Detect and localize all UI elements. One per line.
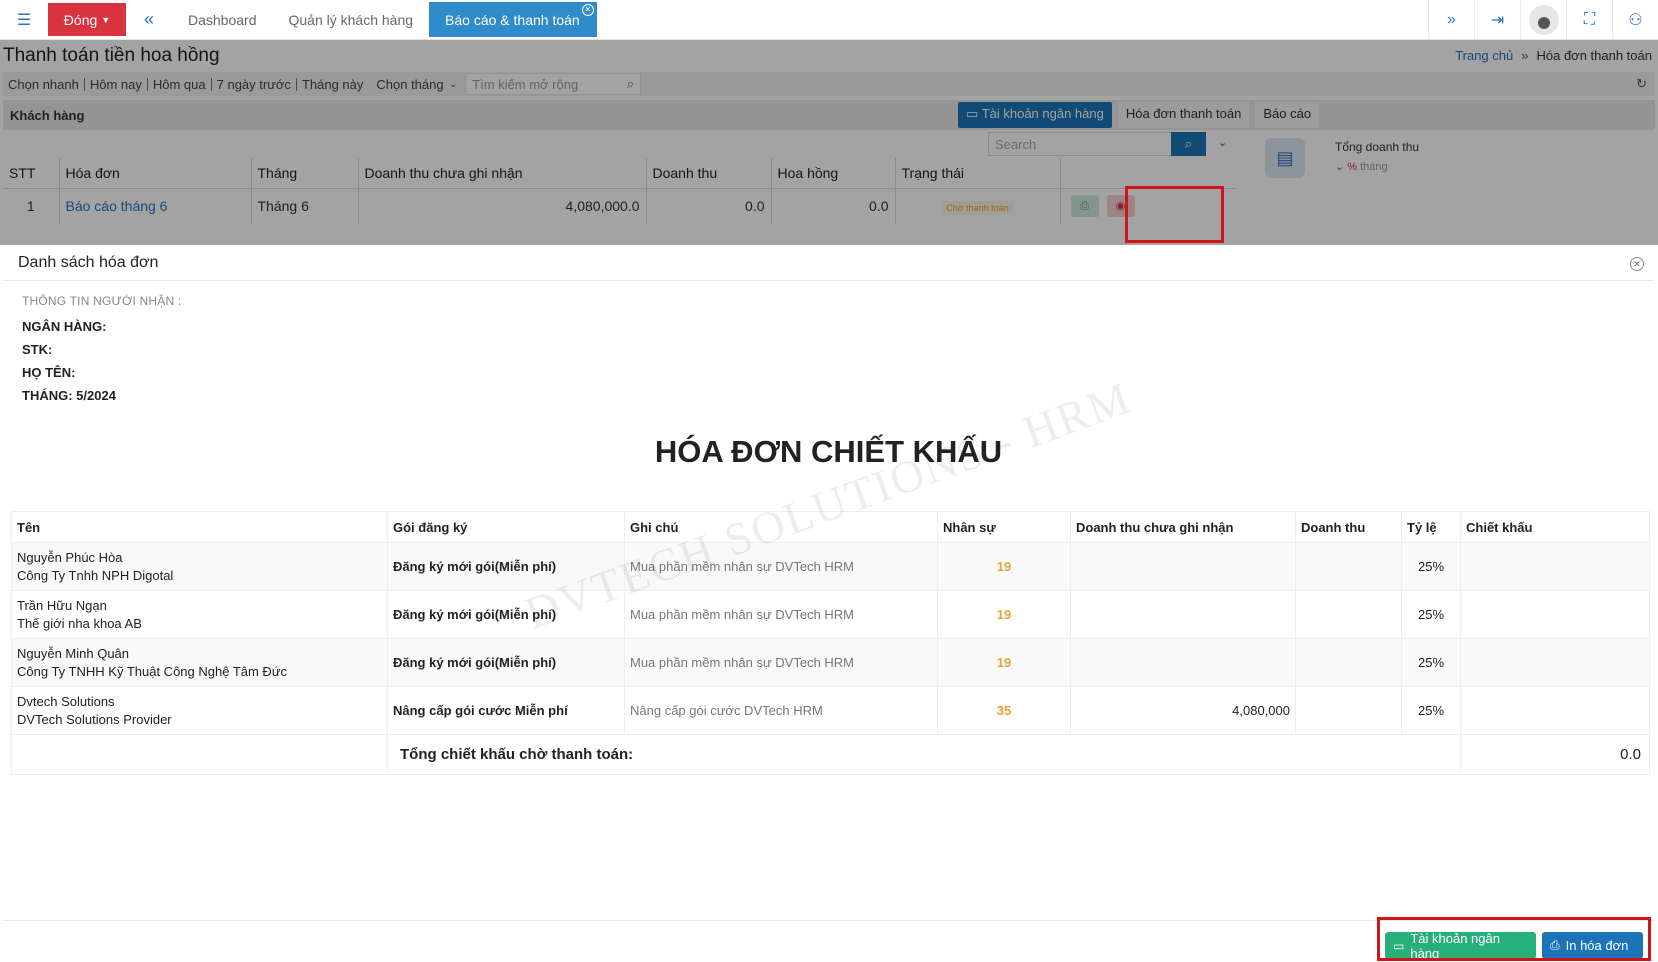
cell-unrecorded-revenue: 4,080,000 xyxy=(1070,686,1296,735)
tab-reports-payments[interactable]: Báo cáo & thanh toán ✕ xyxy=(429,2,597,37)
fullscreen-icon[interactable]: ⛶ xyxy=(1566,0,1612,39)
cell-revenue xyxy=(1295,638,1402,687)
tab-close-icon[interactable]: ✕ xyxy=(581,4,594,16)
cell-name: Nguyễn Phúc Hòa Công Ty Tnhh NPH Digotal xyxy=(11,542,388,591)
tab-customer-management[interactable]: Quản lý khách hàng xyxy=(273,0,430,39)
invoice-modal: Danh sách hóa đơn ✕ THÔNG TIN NGƯỜI NHẬN… xyxy=(3,245,1654,962)
recipient-bank: NGÂN HÀNG: xyxy=(22,319,107,334)
cell-rate: 25% xyxy=(1401,638,1461,687)
total-row: Tổng chiết khấu chờ thanh toán: 0.0 xyxy=(11,734,1650,775)
close-icon[interactable]: ✕ xyxy=(1630,257,1644,271)
modal-backdrop[interactable] xyxy=(0,40,1658,245)
logout-icon[interactable]: ⇥ xyxy=(1474,0,1520,39)
cell-note: Nâng cấp gói cước DVTech HRM xyxy=(624,686,938,735)
cell-discount xyxy=(1460,590,1650,639)
total-label: Tổng chiết khấu chờ thanh toán: xyxy=(387,734,1461,775)
close-dropdown-label: Đóng xyxy=(63,11,98,28)
cell-revenue xyxy=(1295,542,1402,591)
customer-name: Trần Hữu Ngạn xyxy=(17,597,107,613)
table-row: Trần Hữu Ngạn Thế giới nha khoa AB Đăng k… xyxy=(11,590,1650,639)
table-row: Dvtech Solutions DVTech Solutions Provide… xyxy=(11,686,1650,735)
invoice-table: Tên Gói đăng ký Ghi chú Nhân sự Doanh th… xyxy=(11,511,1650,775)
tab-reports-payments-label: Báo cáo & thanh toán xyxy=(445,11,580,28)
cell-note: Mua phần mềm nhân sự DVTech HRM xyxy=(624,590,938,639)
column-header: Chiết khấu xyxy=(1460,511,1650,543)
company-name: Thế giới nha khoa AB xyxy=(17,615,142,631)
highlight-box-footer-buttons xyxy=(1377,917,1651,961)
modal-title: Danh sách hóa đơn xyxy=(3,245,1654,281)
recipient-account: STK: xyxy=(22,342,53,357)
customer-name: Dvtech Solutions xyxy=(17,693,115,709)
column-header: Tên xyxy=(11,511,388,543)
table-row: Nguyễn Minh Quân Công Ty TNHH Kỹ Thuật Cô… xyxy=(11,638,1650,687)
user-avatar-button[interactable] xyxy=(1520,0,1566,39)
cell-discount xyxy=(1460,638,1650,687)
column-header: Tỷ lệ xyxy=(1401,511,1461,543)
customer-name: Nguyễn Phúc Hòa xyxy=(17,549,123,565)
column-header: Doanh thu xyxy=(1295,511,1402,543)
company-name: Công Ty TNHH Kỹ Thuật Công Nghệ Tâm Đức xyxy=(17,663,288,679)
cell-unrecorded-revenue xyxy=(1070,590,1296,639)
column-header: Nhân sự xyxy=(937,511,1071,543)
company-name: Công Ty Tnhh NPH Digotal xyxy=(17,567,174,583)
cell-revenue xyxy=(1295,686,1402,735)
column-header: Doanh thu chưa ghi nhận xyxy=(1070,511,1296,543)
recipient-heading: THÔNG TIN NGƯỜI NHẬN : xyxy=(22,294,182,308)
cell-staff: 19 xyxy=(937,590,1071,639)
recipient-info: THÔNG TIN NGƯỜI NHẬN : NGÂN HÀNG: STK: H… xyxy=(22,294,181,411)
close-dropdown-button[interactable]: Đóng ▼ xyxy=(48,3,126,36)
cell-rate: 25% xyxy=(1401,542,1461,591)
navbar-right-actions: » ⇥ ⛶ ⚇ xyxy=(1428,0,1658,39)
recipient-name: HỌ TÊN: xyxy=(22,365,76,380)
cell-staff: 19 xyxy=(937,542,1071,591)
double-chevron-right-icon[interactable]: » xyxy=(1428,0,1474,39)
cell-rate: 25% xyxy=(1401,590,1461,639)
invoice-title: HÓA ĐƠN CHIẾT KHẤU xyxy=(654,434,1003,469)
cell-discount xyxy=(1460,686,1650,735)
cell-staff: 19 xyxy=(937,638,1071,687)
total-spacer xyxy=(11,734,388,775)
cell-package: Đăng ký mới gói(Miễn phí) xyxy=(387,638,625,687)
cell-rate: 25% xyxy=(1401,686,1461,735)
highlight-box-actions xyxy=(1125,186,1224,243)
recipient-month: THÁNG: 5/2024 xyxy=(22,388,116,403)
double-chevron-left-icon[interactable]: « xyxy=(126,0,172,39)
cell-revenue xyxy=(1295,590,1402,639)
cell-name: Nguyễn Minh Quân Công Ty TNHH Kỹ Thuật Cô… xyxy=(11,638,388,687)
customer-name: Nguyễn Minh Quân xyxy=(17,645,130,661)
cell-package: Nâng cấp gói cước Miễn phí xyxy=(387,686,625,735)
user-avatar-icon xyxy=(1528,4,1559,35)
tab-dashboard[interactable]: Dashboard xyxy=(172,0,273,39)
menu-icon[interactable]: ☰ xyxy=(0,0,48,39)
org-chart-icon[interactable]: ⚇ xyxy=(1612,0,1658,39)
cell-unrecorded-revenue xyxy=(1070,638,1296,687)
table-row: Nguyễn Phúc Hòa Công Ty Tnhh NPH Digotal … xyxy=(11,542,1650,591)
cell-staff: 35 xyxy=(937,686,1071,735)
company-name: DVTech Solutions Provider xyxy=(17,711,172,727)
cell-unrecorded-revenue xyxy=(1070,542,1296,591)
caret-down-icon: ▼ xyxy=(101,14,111,25)
cell-discount xyxy=(1460,542,1650,591)
cell-note: Mua phần mềm nhân sự DVTech HRM xyxy=(624,638,938,687)
cell-name: Dvtech Solutions DVTech Solutions Provide… xyxy=(11,686,388,735)
total-value: 0.0 xyxy=(1460,734,1650,775)
cell-name: Trần Hữu Ngạn Thế giới nha khoa AB xyxy=(11,590,388,639)
top-navbar: ☰ Đóng ▼ « Dashboard Quản lý khách hàng B… xyxy=(0,0,1658,40)
column-header: Gói đăng ký xyxy=(387,511,625,543)
